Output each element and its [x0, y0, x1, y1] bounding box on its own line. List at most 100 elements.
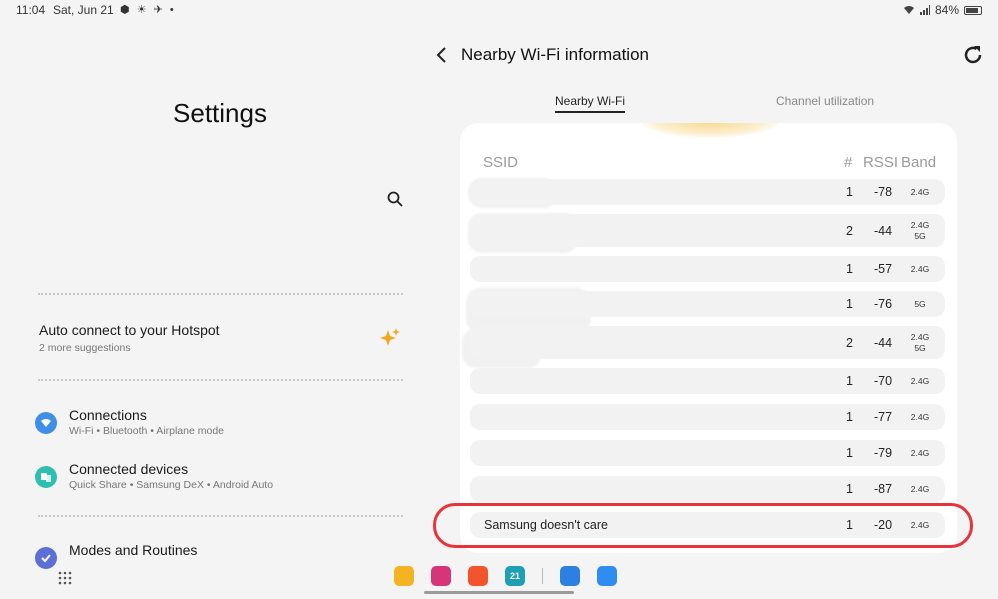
wifi-row[interactable]: 1 -87 2.4G	[470, 476, 945, 502]
status-date: Sat, Jun 21	[53, 3, 114, 17]
band-label: 5G	[914, 298, 926, 309]
wifi-band: 2.4G 5G	[906, 220, 934, 242]
wifi-band: 5G	[906, 299, 934, 310]
band-label: 5G	[914, 230, 926, 241]
band-label: 5G	[914, 342, 926, 353]
tab-channel-utilization[interactable]: Channel utilization	[776, 94, 874, 108]
band-label: 2.4G	[910, 263, 930, 274]
wifi-band: 2.4G	[906, 264, 934, 275]
wifi-band: 2.4G	[906, 448, 934, 459]
wifi-count: 1	[846, 374, 853, 388]
panel-title: Nearby Wi-Fi information	[461, 45, 649, 64]
column-band: Band	[901, 154, 937, 171]
wifi-rssi: -78	[873, 185, 893, 199]
app-calendar-icon[interactable]: 21	[505, 566, 525, 586]
wifi-rssi: -70	[873, 374, 893, 388]
settings-item-modes-routines[interactable]: Modes and Routines	[35, 542, 415, 582]
settings-item-connections[interactable]: Connections Wi-Fi • Bluetooth • Airplane…	[35, 407, 415, 447]
wifi-icon	[35, 412, 57, 434]
settings-item-connected-devices[interactable]: Connected devices Quick Share • Samsung …	[35, 461, 415, 501]
band-label: 2.4G	[910, 219, 930, 230]
wifi-count: 1	[846, 185, 853, 199]
refresh-button[interactable]	[961, 43, 985, 67]
devices-icon	[35, 466, 57, 488]
app-dock: 21	[394, 566, 617, 586]
apps-grid-icon[interactable]	[58, 571, 72, 585]
wifi-count: 1	[846, 482, 853, 496]
notification-icons: ⬢ ☀ ✈ •	[120, 4, 176, 16]
wifi-band: 2.4G	[906, 187, 934, 198]
wifi-icon	[903, 6, 914, 14]
app-my-files-icon[interactable]	[394, 566, 414, 586]
divider	[38, 515, 403, 517]
wifi-row[interactable]: 1 -78 2.4G	[470, 179, 945, 205]
wifi-band: 2.4G	[906, 376, 934, 387]
wifi-rssi: -57	[873, 262, 893, 276]
band-label: 2.4G	[910, 411, 930, 422]
wifi-row[interactable]: 1 -77 2.4G	[470, 404, 945, 430]
home-indicator[interactable]	[424, 591, 574, 594]
wifi-rssi: -87	[873, 482, 893, 496]
band-label: 2.4G	[910, 331, 930, 342]
highlight-annotation	[433, 503, 973, 548]
decorative-glow	[640, 123, 780, 138]
suggestion-title: Auto connect to your Hotspot	[39, 322, 220, 338]
column-ssid: SSID	[483, 154, 519, 171]
page-title: Settings	[173, 98, 267, 128]
settings-item-title: Connections	[69, 407, 147, 423]
wifi-count: 2	[846, 335, 853, 350]
wifi-list-card: SSID # RSSI Band 1 -78 2.4G 2 -44 2.4G 5G 1 -57 2…	[460, 123, 957, 553]
app-instagram-icon[interactable]	[431, 566, 451, 586]
wifi-count: 1	[846, 446, 853, 460]
wifi-row[interactable]: 1 -79 2.4G	[470, 440, 945, 466]
signal-icon	[919, 5, 930, 15]
battery-icon	[964, 6, 982, 15]
wifi-row[interactable]: 1 -76 5G	[470, 291, 945, 317]
settings-item-subtitle: Quick Share • Samsung DeX • Android Auto	[69, 479, 274, 491]
chevron-left-icon	[436, 47, 446, 63]
app-brave-icon[interactable]	[468, 566, 488, 586]
wifi-row[interactable]: 1 -70 2.4G	[470, 368, 945, 394]
check-circle-icon	[35, 547, 57, 569]
suggestion-subtitle: 2 more suggestions	[39, 342, 131, 354]
wifi-count: 2	[846, 223, 853, 238]
wifi-row[interactable]: 1 -57 2.4G	[470, 256, 945, 282]
wifi-count: 1	[846, 262, 853, 276]
status-bar: 11:04 Sat, Jun 21 ⬢ ☀ ✈ • 84%	[0, 0, 998, 20]
band-label: 2.4G	[910, 447, 930, 458]
column-number: #	[844, 154, 853, 171]
battery-percent: 84%	[934, 3, 959, 17]
wifi-rssi: -79	[873, 446, 893, 460]
wifi-row[interactable]: 2 -44 2.4G 5G	[470, 326, 945, 359]
settings-item-subtitle: Wi-Fi • Bluetooth • Airplane mode	[69, 425, 225, 437]
wifi-band: 2.4G 5G	[906, 332, 934, 354]
wifi-count: 1	[846, 297, 853, 311]
wifi-count: 1	[846, 410, 853, 424]
band-label: 2.4G	[910, 186, 930, 197]
wifi-rssi: -76	[873, 297, 893, 311]
app-play-app-icon[interactable]	[597, 566, 617, 586]
settings-item-title: Modes and Routines	[69, 542, 198, 558]
wifi-band: 2.4G	[906, 484, 934, 495]
band-label: 2.4G	[910, 375, 930, 386]
band-label: 2.4G	[910, 483, 930, 494]
column-rssi: RSSI	[863, 154, 899, 171]
wifi-band: 2.4G	[906, 412, 934, 423]
settings-pane: Settings Auto connect to your Hotspot 2 …	[0, 20, 440, 599]
tab-nearby-wifi[interactable]: Nearby Wi-Fi	[555, 94, 626, 113]
dock-separator	[542, 568, 543, 584]
app-sync-app-icon[interactable]	[560, 566, 580, 586]
search-button[interactable]	[382, 186, 408, 212]
back-button[interactable]	[432, 44, 454, 66]
search-icon	[387, 191, 403, 207]
divider	[38, 379, 403, 381]
status-time: 11:04	[16, 3, 46, 17]
wifi-rssi: -44	[873, 335, 893, 350]
sparkle-icon	[380, 328, 400, 346]
settings-item-title: Connected devices	[69, 461, 189, 477]
refresh-icon	[964, 46, 982, 64]
wifi-rssi: -77	[873, 410, 893, 424]
wifi-row[interactable]: 2 -44 2.4G 5G	[470, 214, 945, 247]
divider	[38, 293, 403, 295]
wifi-rssi: -44	[873, 223, 893, 238]
